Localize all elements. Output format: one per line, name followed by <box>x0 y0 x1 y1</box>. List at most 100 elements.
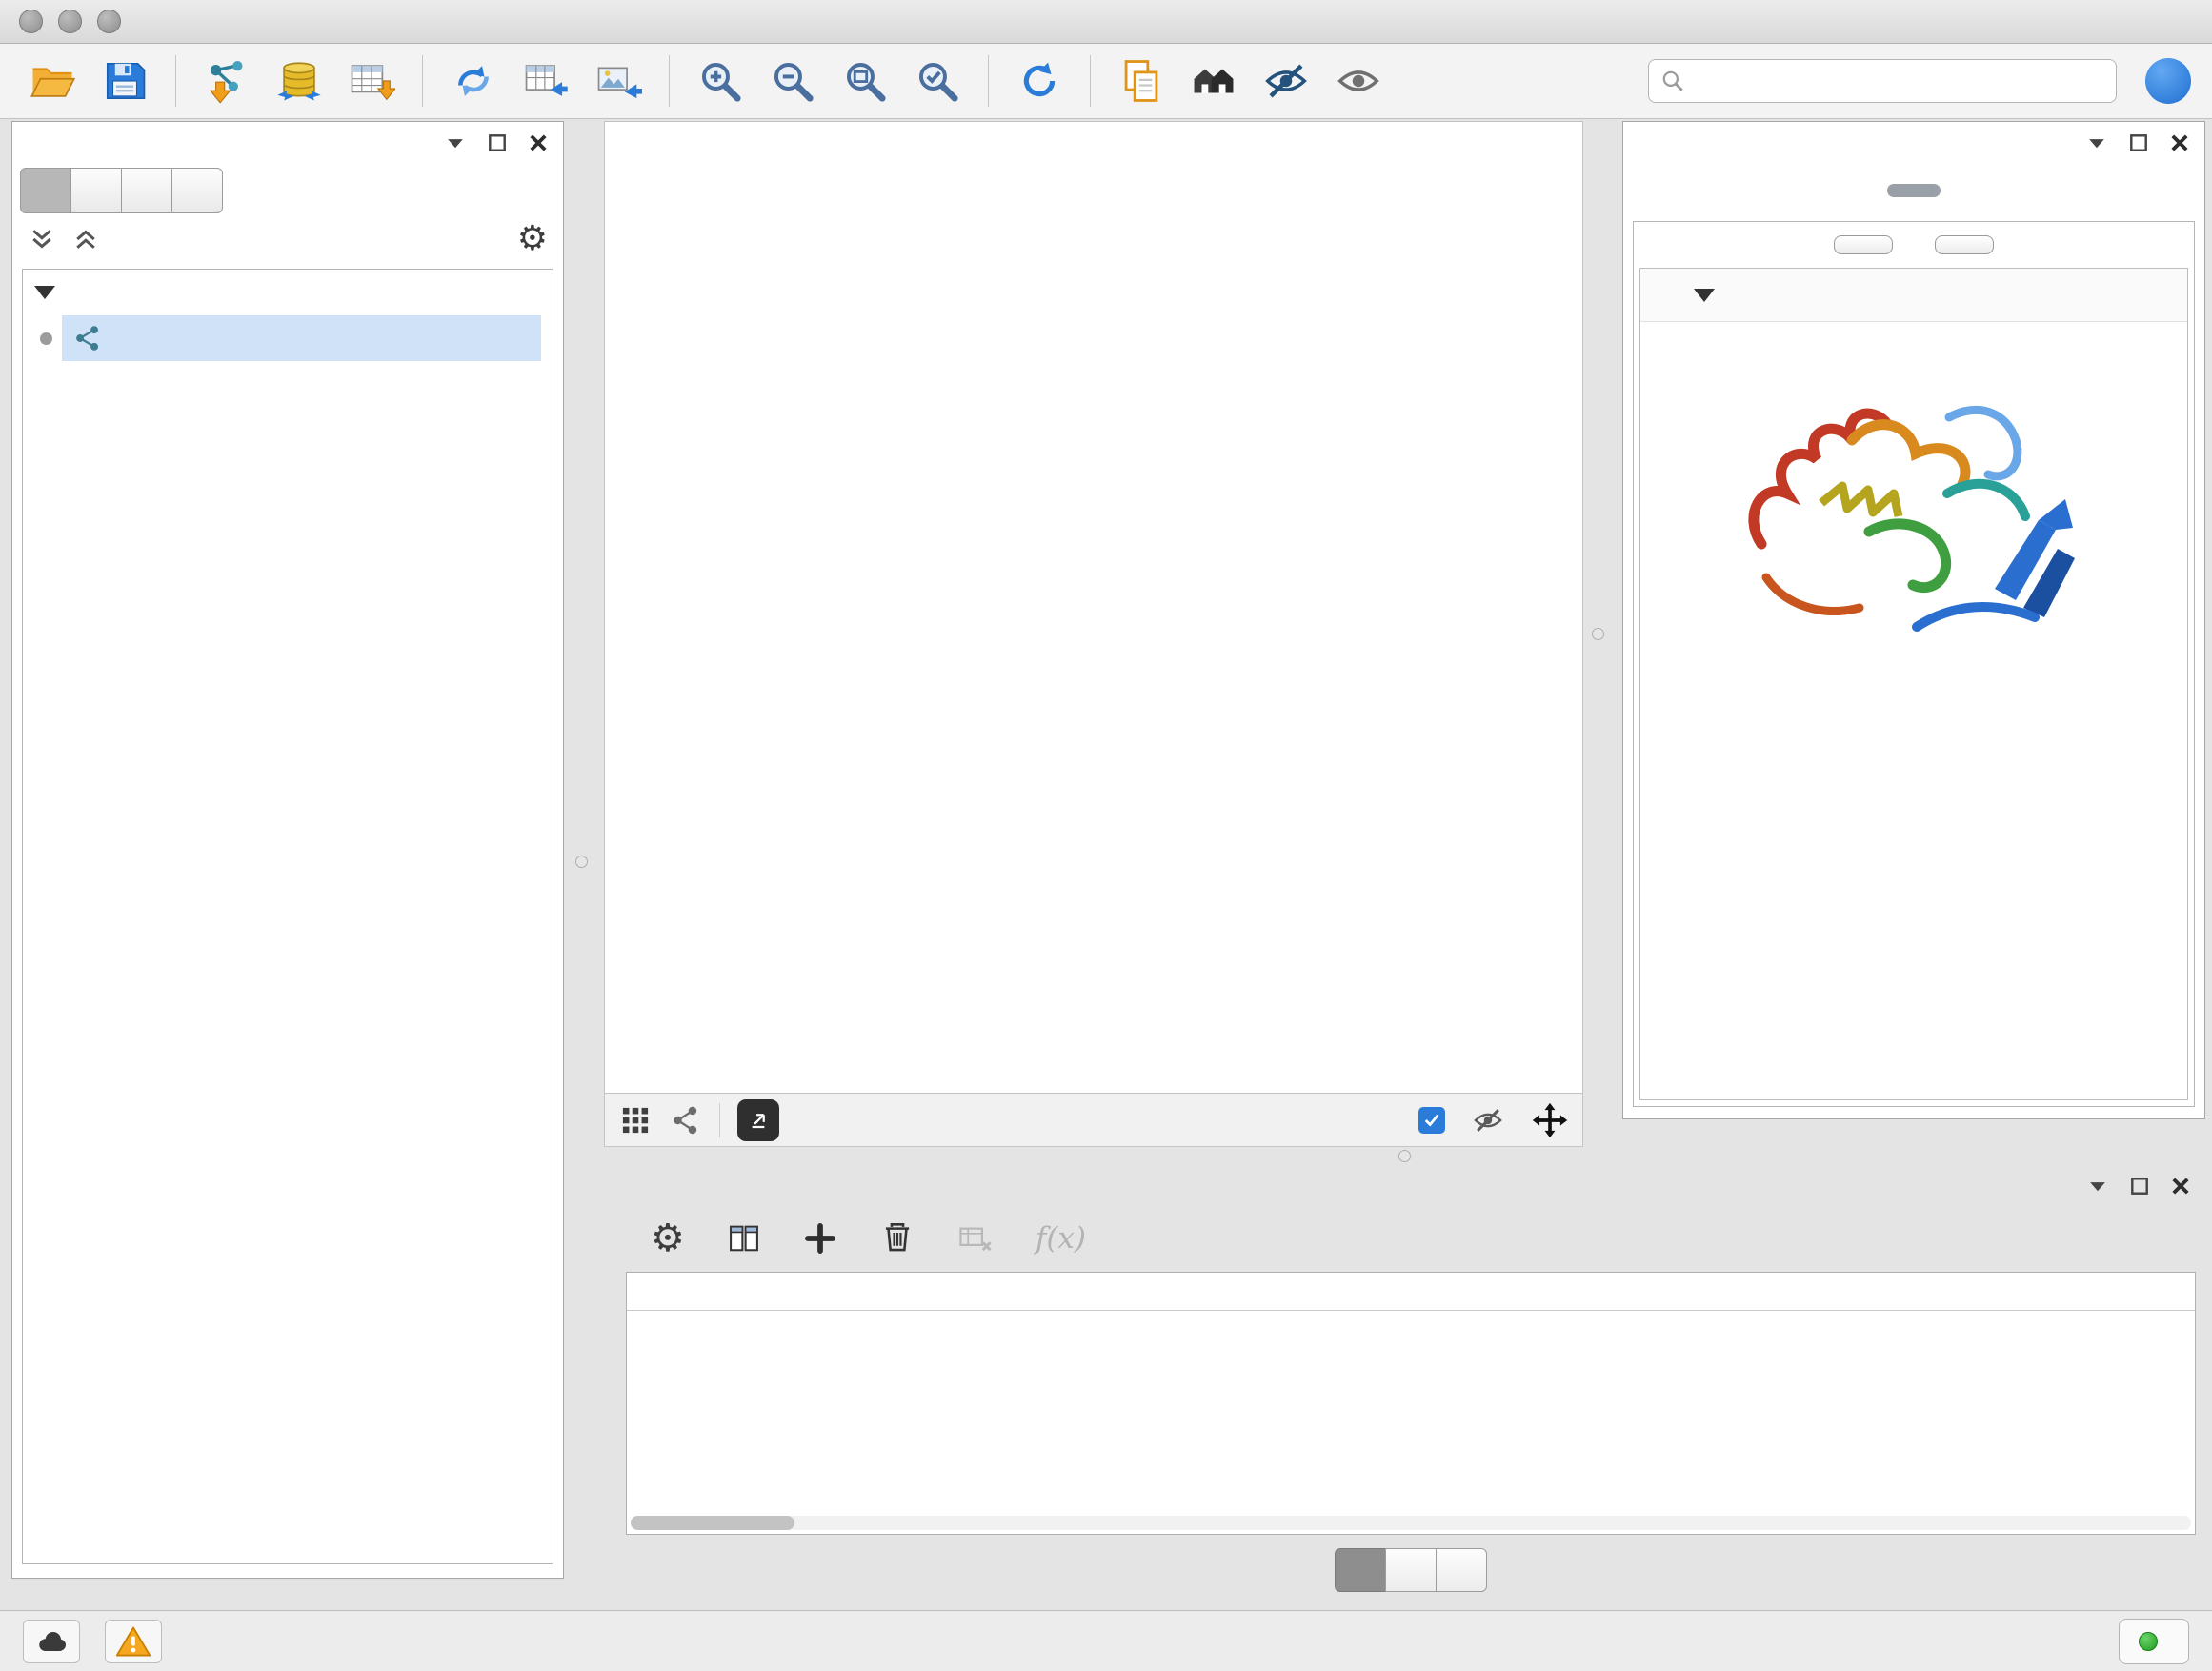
eye-icon <box>1335 57 1382 105</box>
add-column-icon[interactable] <box>803 1221 837 1256</box>
import-network-file-button[interactable] <box>195 51 258 111</box>
network-row[interactable] <box>23 315 553 361</box>
panel-close-icon[interactable] <box>2169 1175 2192 1198</box>
clear-table-icon[interactable] <box>957 1220 994 1257</box>
network-tree <box>22 269 553 1564</box>
minimize-window-icon[interactable] <box>58 10 82 33</box>
network-options-gear-icon[interactable]: ⚙ <box>517 222 548 256</box>
network-collection-row[interactable] <box>23 270 553 315</box>
refresh-button[interactable] <box>1008 51 1071 111</box>
table-panel-header <box>616 1165 2205 1207</box>
import-table-button[interactable] <box>340 51 403 111</box>
panel-menu-icon[interactable] <box>443 131 468 155</box>
control-panel-tabs <box>12 164 563 213</box>
hide-graphics-button[interactable] <box>1255 51 1317 111</box>
tab-string[interactable] <box>1887 184 1941 197</box>
tab-edge-table[interactable] <box>1385 1548 1437 1592</box>
toolbar-separator <box>988 55 989 107</box>
zoom-in-button[interactable] <box>689 51 752 111</box>
network-canvas[interactable] <box>604 121 1583 1094</box>
collapse-all-button[interactable] <box>1935 235 1994 254</box>
eye-slash-icon <box>1262 57 1310 105</box>
results-panel-header <box>1623 122 2204 164</box>
horizontal-splitter-handle[interactable] <box>1398 1150 1411 1162</box>
expand-all-button[interactable] <box>1834 235 1893 254</box>
zoom-selected-button[interactable] <box>906 51 969 111</box>
right-splitter-handle[interactable] <box>1592 628 1604 640</box>
arrow-up-right-icon <box>745 1107 772 1134</box>
export-table-button[interactable] <box>514 51 577 111</box>
panel-float-icon[interactable] <box>2128 132 2149 153</box>
current-network-bullet <box>40 332 52 345</box>
string-results-container <box>1633 221 2195 1107</box>
tab-network[interactable] <box>20 168 71 213</box>
table-options-gear-icon[interactable]: ⚙ <box>651 1219 685 1258</box>
import-network-database-button[interactable] <box>268 51 331 111</box>
panel-close-icon[interactable] <box>2168 131 2191 154</box>
selected-network-highlight[interactable] <box>62 315 541 361</box>
warnings-button[interactable] <box>105 1620 162 1663</box>
toolbar-separator <box>669 55 670 107</box>
memory-status-dot <box>2139 1632 2158 1651</box>
zoom-out-button[interactable] <box>761 51 824 111</box>
tab-style[interactable] <box>70 168 122 213</box>
help-button[interactable] <box>2145 58 2191 104</box>
hidden-eye-slash-icon[interactable] <box>1472 1104 1504 1137</box>
network-share-icon[interactable] <box>670 1104 702 1137</box>
left-splitter-handle[interactable] <box>575 856 588 868</box>
panel-float-icon[interactable] <box>2129 1176 2150 1197</box>
export-network-button[interactable] <box>737 1099 779 1141</box>
panel-menu-icon[interactable] <box>2084 131 2109 155</box>
show-graphics-button[interactable] <box>1327 51 1390 111</box>
tab-node-table[interactable] <box>1335 1548 1386 1592</box>
collapse-all-icon[interactable] <box>28 225 56 253</box>
tab-network-table[interactable] <box>1436 1548 1487 1592</box>
crosslink-row <box>1640 734 2187 745</box>
table-toolbar: ⚙ f(x) <box>616 1207 2205 1270</box>
copy-pages-icon <box>1117 57 1165 105</box>
close-window-icon[interactable] <box>19 10 43 33</box>
toolbar-separator <box>175 55 176 107</box>
function-builder-icon[interactable]: f(x) <box>1036 1221 1086 1256</box>
protein-section-header[interactable] <box>1640 269 2187 322</box>
cloud-status-button[interactable] <box>23 1620 80 1663</box>
control-panel-header <box>12 122 563 164</box>
toolbar-search <box>1648 59 2117 103</box>
section-disclosure-triangle-icon[interactable] <box>1694 289 1715 302</box>
panel-close-icon[interactable] <box>527 131 550 154</box>
protein-structure-image <box>1709 358 2119 673</box>
network-arrows-icon <box>450 57 497 105</box>
export-image-button[interactable] <box>587 51 650 111</box>
select-columns-icon[interactable] <box>727 1221 761 1256</box>
save-session-button[interactable] <box>93 51 156 111</box>
panel-float-icon[interactable] <box>487 132 508 153</box>
network-list-toolbar: ⚙ <box>12 213 563 265</box>
check-icon <box>1423 1112 1440 1129</box>
selected-indicator-checkbox[interactable] <box>1418 1107 1445 1134</box>
control-panel: ⚙ <box>11 121 564 1579</box>
delete-column-icon[interactable] <box>879 1220 915 1257</box>
home-view-button[interactable] <box>1182 51 1245 111</box>
table-horizontal-scrollbar[interactable] <box>631 1516 2191 1530</box>
tab-select[interactable] <box>121 168 172 213</box>
fit-crosshair-icon[interactable] <box>1531 1101 1569 1139</box>
search-input[interactable] <box>1695 67 2104 96</box>
zoom-fit-button[interactable] <box>834 51 896 111</box>
scrollbar-thumb[interactable] <box>631 1516 794 1530</box>
network-graph[interactable] <box>605 122 1582 1093</box>
birdseye-grid-icon[interactable] <box>618 1103 653 1137</box>
panel-menu-icon[interactable] <box>2085 1174 2110 1198</box>
tab-sets[interactable] <box>171 168 223 213</box>
expand-all-icon[interactable] <box>71 225 100 253</box>
title-bar <box>0 0 2212 44</box>
zoom-window-icon[interactable] <box>97 10 121 33</box>
disclosure-triangle-icon[interactable] <box>34 286 55 299</box>
update-network-button[interactable] <box>442 51 505 111</box>
open-folder-icon <box>29 57 76 105</box>
open-session-button[interactable] <box>21 51 84 111</box>
clone-network-button[interactable] <box>1110 51 1173 111</box>
window-controls <box>19 10 121 33</box>
import-table-icon <box>348 57 395 105</box>
status-bar <box>0 1610 2212 1671</box>
memory-button[interactable] <box>2119 1619 2189 1664</box>
